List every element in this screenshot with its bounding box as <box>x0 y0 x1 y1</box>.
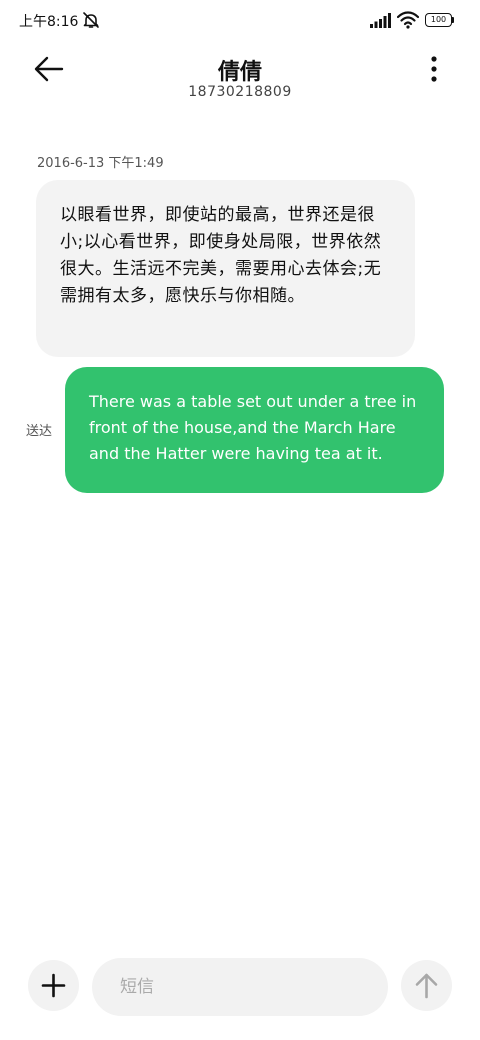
messaging-screen: 上午8:16 100 倩倩 18730218809 2016-6-13 下午1:… <box>0 0 480 1040</box>
incoming-message-bubble[interactable]: 以眼看世界，即使站的最高，世界还是很小;以心看世界，即使身处局限，世界依然很大。… <box>36 180 415 357</box>
battery-icon: 100 <box>425 13 455 27</box>
more-vert-icon <box>422 54 446 84</box>
send-button[interactable] <box>401 960 452 1011</box>
contact-name: 倩倩 <box>217 60 262 85</box>
back-arrow-icon <box>30 52 70 86</box>
plus-icon <box>28 960 79 1011</box>
delivery-status: 送达 <box>26 424 53 439</box>
contact-number: 18730218809 <box>188 84 292 100</box>
mute-icon <box>82 11 100 29</box>
outgoing-message-bubble[interactable]: There was a table set out under a tree i… <box>65 367 444 493</box>
send-arrow-icon <box>401 960 452 1011</box>
status-bar: 上午8:16 100 <box>0 0 480 40</box>
back-button[interactable] <box>30 52 70 86</box>
more-options-button[interactable] <box>422 54 446 84</box>
wifi-icon <box>397 11 419 29</box>
battery-level: 100 <box>425 13 452 27</box>
message-input[interactable] <box>92 958 388 1016</box>
signal-icon <box>370 13 392 28</box>
message-timestamp: 2016-6-13 下午1:49 <box>37 156 164 171</box>
status-time: 上午8:16 <box>19 14 79 30</box>
attach-button[interactable] <box>28 960 79 1011</box>
